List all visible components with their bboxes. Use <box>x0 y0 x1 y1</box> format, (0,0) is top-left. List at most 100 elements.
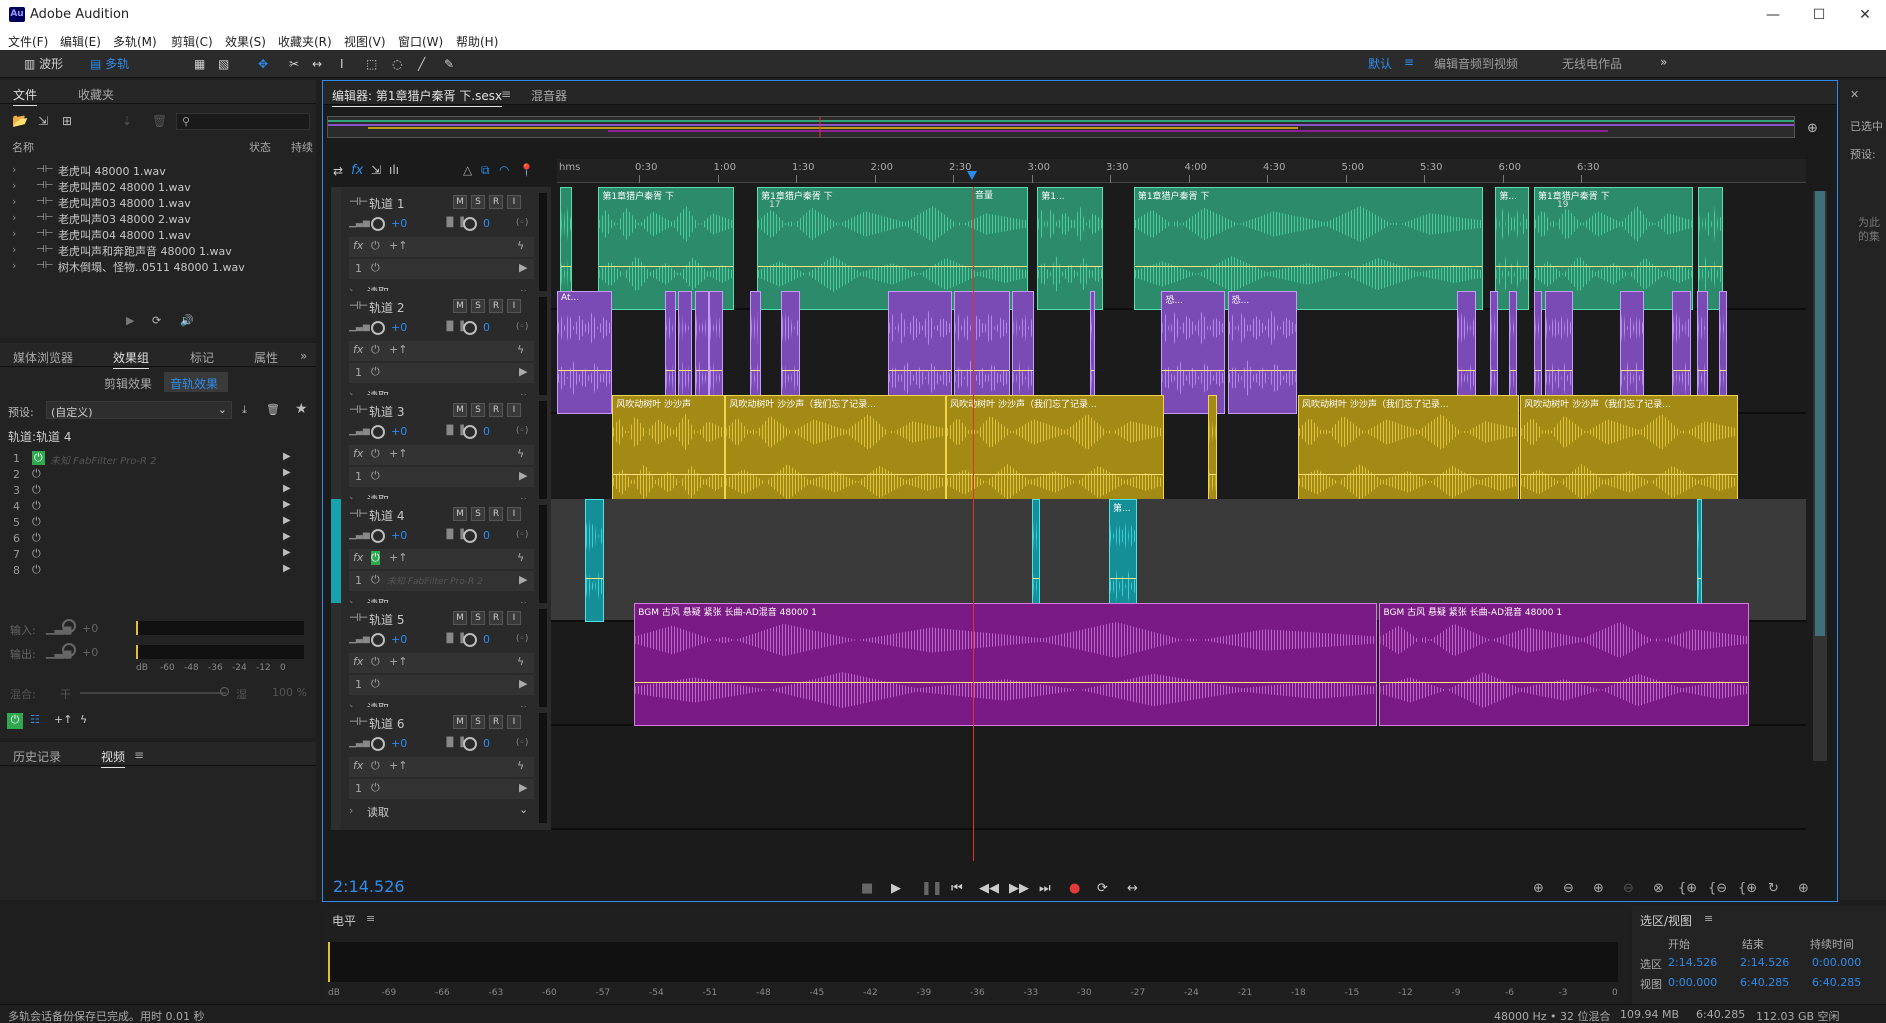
fx-bolt-icon[interactable]: ϟ <box>517 655 524 668</box>
volume-envelope[interactable] <box>679 370 692 371</box>
fx-icon[interactable]: fx <box>351 163 363 178</box>
track-name[interactable]: 轨道 1 <box>369 195 404 212</box>
brush-icon[interactable]: ╱ <box>414 54 429 74</box>
output-icon[interactable]: (◦) <box>516 530 528 540</box>
mute-button[interactable]: M <box>453 715 467 729</box>
volume-envelope[interactable] <box>1134 266 1482 267</box>
fx-bolt-icon[interactable]: ϟ <box>517 759 524 772</box>
move-tool-icon[interactable]: ✥ <box>254 54 272 74</box>
volume-value[interactable]: +0 <box>391 425 407 438</box>
track-drag-icon[interactable]: ⊣⊢ <box>349 299 368 312</box>
volume-envelope[interactable] <box>1697 370 1707 371</box>
volume-envelope[interactable] <box>1380 682 1749 683</box>
slip-tool-icon[interactable]: ↔ <box>308 54 326 74</box>
volume-envelope[interactable] <box>1013 370 1034 371</box>
insert-icon[interactable]: ⇣ <box>122 114 132 128</box>
fx-slot-power-icon[interactable]: ⏻ <box>371 469 380 483</box>
volume-knob[interactable] <box>371 217 385 231</box>
more-panels-icon[interactable]: » <box>300 349 307 363</box>
file-item[interactable]: › ⊣⊢ 树木倒塌、怪物..0511 48000 1.wav <box>0 256 310 275</box>
razor-tool-icon[interactable]: ✂ <box>285 54 303 74</box>
expand-icon[interactable]: › <box>349 804 353 817</box>
fx-icon[interactable]: fx <box>353 239 363 252</box>
fx-bolt-icon[interactable]: ϟ <box>517 447 524 460</box>
volume-envelope[interactable] <box>1228 370 1296 371</box>
preset-select[interactable]: (自定义) ⌄ <box>46 401 232 419</box>
track-name[interactable]: 轨道 2 <box>369 299 404 316</box>
view-start[interactable]: 0:00.000 <box>1668 976 1717 989</box>
volume-value[interactable]: +0 <box>391 737 407 750</box>
fx-power-icon[interactable]: ⏻ <box>371 551 380 565</box>
pan-knob[interactable] <box>463 633 477 647</box>
pan-value[interactable]: 0 <box>483 633 490 646</box>
expand-chevron-icon[interactable]: › <box>12 195 16 208</box>
zoom-full-icon[interactable]: ⊗ <box>1653 881 1664 896</box>
volume-envelope[interactable] <box>696 370 708 371</box>
mute-button[interactable]: M <box>453 507 467 521</box>
fx-slot-power-icon[interactable]: ⏻ <box>371 781 380 795</box>
solo-button[interactable]: S <box>471 611 485 625</box>
expand-chevron-icon[interactable]: › <box>12 259 16 272</box>
pan-value[interactable]: 0 <box>483 737 490 750</box>
fx-icon[interactable]: fx <box>353 343 363 356</box>
record-button[interactable]: ● <box>1069 881 1080 896</box>
slot-power-icon[interactable]: ⏻ <box>32 547 41 561</box>
panel-menu-icon[interactable]: ≡ <box>134 748 144 762</box>
menu-multitrack[interactable]: 多轨(M) <box>113 33 157 50</box>
volume-envelope[interactable] <box>1162 370 1224 371</box>
fx-slot-power-icon[interactable]: ⏻ <box>371 261 380 275</box>
volume-value[interactable]: +0 <box>391 321 407 334</box>
loop-icon[interactable]: ⟳ <box>152 314 161 327</box>
expand-chevron-icon[interactable]: › <box>12 227 16 240</box>
expand-chevron-icon[interactable]: › <box>12 163 16 176</box>
track-drag-icon[interactable]: ⊣⊢ <box>349 403 368 416</box>
volume-envelope[interactable] <box>1299 474 1518 475</box>
tab-markers[interactable]: 标记 <box>190 349 214 366</box>
tab-track-effects[interactable]: 音轨效果 <box>164 372 228 392</box>
workspace-radio[interactable]: 无线电作品 <box>1562 55 1622 72</box>
volume-envelope[interactable] <box>1535 370 1542 371</box>
volume-knob[interactable] <box>371 633 385 647</box>
right-close-icon[interactable]: ✕ <box>1850 88 1859 101</box>
record-arm-button[interactable]: R <box>489 299 503 313</box>
close-button[interactable]: ✕ <box>1842 0 1886 30</box>
output-gain-knob[interactable] <box>62 643 76 657</box>
volume-envelope[interactable] <box>1457 370 1476 371</box>
fast-forward-icon[interactable]: ▶▶ <box>1009 881 1029 896</box>
zoom-fit-icon[interactable]: ⊕ <box>1798 881 1809 896</box>
volume-envelope[interactable] <box>947 474 1164 475</box>
volume-envelope[interactable] <box>1719 370 1727 371</box>
pan-value[interactable]: 0 <box>483 321 490 334</box>
volume-envelope[interactable] <box>665 370 675 371</box>
expand-chevron-icon[interactable]: › <box>12 179 16 192</box>
slot-power-icon[interactable]: ⏻ <box>32 499 41 513</box>
search-input[interactable]: ⚲ <box>176 113 310 130</box>
insert-fx-icon[interactable]: +↑ <box>389 343 407 356</box>
record-arm-button[interactable]: R <box>489 195 503 209</box>
tab-video[interactable]: 视频 <box>101 748 126 768</box>
track-drag-icon[interactable]: ⊣⊢ <box>349 611 368 624</box>
track-lane[interactable] <box>557 707 1806 830</box>
loop-playback-icon[interactable]: ⟳ <box>1097 881 1108 896</box>
volume-envelope[interactable] <box>1032 578 1039 579</box>
fx-slot-arrow-icon[interactable]: ▶ <box>519 677 527 690</box>
volume-knob[interactable] <box>371 529 385 543</box>
track-name[interactable]: 轨道 6 <box>369 715 404 732</box>
track-name[interactable]: 轨道 5 <box>369 611 404 628</box>
slot-power-icon[interactable]: ⏻ <box>32 515 41 529</box>
menu-file[interactable]: 文件(F) <box>8 33 48 50</box>
zoom-selection-icon[interactable]: {⊕ <box>1738 881 1757 896</box>
automation-mode-select[interactable]: › 读取 ⌄ <box>349 803 534 821</box>
volume-knob[interactable] <box>371 321 385 335</box>
time-selection-icon[interactable]: I <box>336 54 348 74</box>
input-gain-knob[interactable] <box>62 619 76 633</box>
solo-button[interactable]: S <box>471 195 485 209</box>
favorite-star-icon[interactable]: ★ <box>295 401 308 417</box>
fx-slot-power-icon[interactable]: ⏻ <box>371 365 380 379</box>
volume-envelope[interactable] <box>1510 370 1517 371</box>
play-icon[interactable]: ▶ <box>126 314 134 327</box>
new-file-icon[interactable]: ⊞ <box>62 114 72 128</box>
fx-slot-arrow-icon[interactable]: ▶ <box>519 469 527 482</box>
zoom-reset-icon[interactable]: ↻ <box>1768 881 1779 896</box>
go-to-start-icon[interactable]: ⏮ <box>951 881 963 896</box>
